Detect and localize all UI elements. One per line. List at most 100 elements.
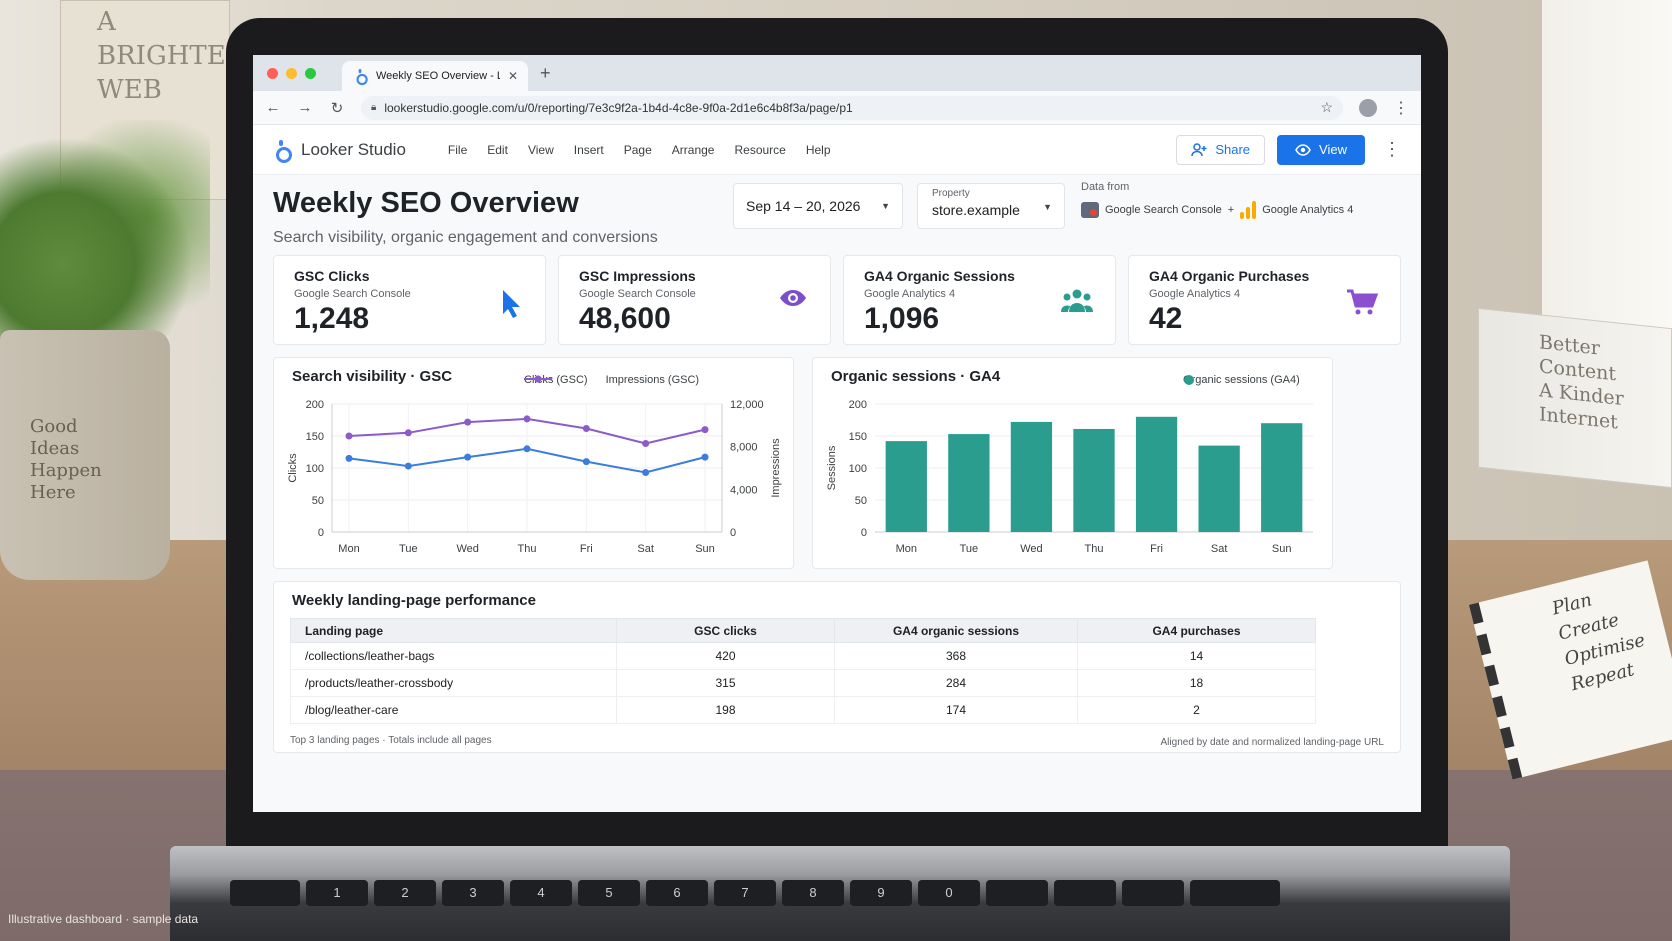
table-cell: /blog/leather-care: [290, 696, 617, 724]
landing-page-table-card: Weekly landing-page performance Landing …: [273, 581, 1401, 753]
data-point: [642, 468, 650, 476]
x-tick-label: Sun: [1272, 543, 1292, 555]
y-tick-label: 200: [849, 399, 867, 411]
maximize-window-dot[interactable]: [305, 67, 316, 79]
view-button[interactable]: View: [1277, 134, 1365, 165]
search-visibility-card: Search visibility · GSC Clicks (GSC) Imp…: [273, 357, 794, 569]
menu-page[interactable]: Page: [624, 143, 652, 157]
date-range-picker[interactable]: Sep 14 – 20, 2026 ▼: [733, 183, 903, 229]
property-selector[interactable]: Property store.example ▼: [917, 183, 1065, 229]
table-cell: 14: [1077, 642, 1316, 670]
y-tick-label: 150: [849, 431, 867, 443]
back-icon[interactable]: ←: [265, 99, 281, 116]
y2-tick-label: 12,000: [730, 399, 764, 411]
data-point: [404, 429, 412, 437]
menu-file[interactable]: File: [448, 143, 467, 157]
reload-icon[interactable]: ↻: [329, 99, 345, 117]
menu-insert[interactable]: Insert: [574, 143, 604, 157]
eye-icon: [778, 288, 808, 313]
y-tick-label: 50: [312, 495, 324, 507]
x-tick-label: Sat: [1211, 543, 1228, 555]
url-text: lookerstudio.google.com/u/0/reporting/7e…: [384, 100, 853, 115]
minimize-window-dot[interactable]: [286, 67, 297, 79]
table-row: /products/leather-crossbody 315 284 18: [290, 669, 1316, 697]
plant-leaves: [0, 120, 210, 360]
source-ga4: Google Analytics 4: [1262, 204, 1354, 216]
table-cell: 368: [834, 642, 1078, 670]
bar: [1135, 416, 1178, 532]
column-header[interactable]: Landing page: [290, 618, 617, 643]
table-cell: 420: [616, 642, 835, 670]
kpi-card[interactable]: GA4 Organic Purchases Google Analytics 4…: [1128, 255, 1401, 345]
forward-icon[interactable]: →: [297, 99, 313, 116]
bookmark-star-icon[interactable]: ☆: [1320, 99, 1333, 116]
y2-tick-label: 0: [730, 527, 736, 539]
data-sources: Data from Google Search Console + Google…: [1081, 181, 1381, 219]
menu-resource[interactable]: Resource: [734, 143, 785, 157]
kpi-card[interactable]: GA4 Organic Sessions Google Analytics 4 …: [843, 255, 1116, 345]
x-tick-label: Wed: [456, 543, 478, 555]
key: [1190, 880, 1280, 906]
add-person-icon: [1191, 142, 1207, 156]
table-header-row: Landing page GSC clicks GA4 organic sess…: [290, 618, 1316, 643]
menu-arrange[interactable]: Arrange: [672, 143, 715, 157]
table-cell: 315: [616, 669, 835, 697]
key: 4: [510, 880, 572, 906]
more-options-icon[interactable]: ⋮: [1383, 139, 1401, 160]
poster-line: WEB: [97, 75, 162, 105]
x-tick-label: Sat: [637, 543, 654, 555]
organic-sessions-card: Organic sessions · GA4 Organic sessions …: [812, 357, 1333, 569]
menu-view[interactable]: View: [528, 143, 554, 157]
column-header[interactable]: GA4 organic sessions: [834, 618, 1078, 643]
close-window-dot[interactable]: [267, 67, 278, 79]
data-point: [523, 415, 531, 423]
table-cell: 18: [1077, 669, 1316, 697]
close-tab-icon[interactable]: ✕: [508, 69, 518, 83]
table-footnote: Top 3 landing pages · Totals include all…: [290, 735, 492, 746]
cursor-icon: [501, 288, 523, 323]
y-tick-label: 0: [861, 527, 867, 539]
bar: [1261, 423, 1303, 532]
address-bar[interactable]: 🔒︎ lookerstudio.google.com/u/0/reporting…: [361, 95, 1343, 120]
key: 7: [714, 880, 776, 906]
key: 8: [782, 880, 844, 906]
y-axis-label: Sessions: [826, 445, 838, 490]
dropdown-arrow-icon: ▼: [881, 201, 890, 211]
table-cell: 2: [1077, 696, 1316, 724]
app-header: Looker Studio File Edit View Insert Page…: [253, 125, 1421, 175]
browser-menu-icon[interactable]: ⋮: [1393, 98, 1409, 118]
search-console-icon: [1081, 202, 1099, 218]
tab-title: Weekly SEO Overview - Looker: [376, 70, 500, 82]
data-point: [523, 445, 531, 453]
google-analytics-icon: [1240, 201, 1257, 219]
data-point: [345, 454, 353, 462]
key: 2: [374, 880, 436, 906]
x-tick-label: Sun: [695, 543, 715, 555]
pot-line: Good: [30, 416, 78, 437]
bar: [1198, 445, 1240, 532]
menu-help[interactable]: Help: [806, 143, 831, 157]
kpi-card[interactable]: GSC Impressions Google Search Console 48…: [558, 255, 831, 345]
pot-line: Here: [30, 482, 76, 503]
column-header[interactable]: GA4 purchases: [1077, 618, 1316, 643]
column-header[interactable]: GSC clicks: [616, 618, 835, 643]
menu-edit[interactable]: Edit: [487, 143, 508, 157]
poster-line: BRIGHTER: [97, 41, 246, 71]
x-tick-label: Thu: [518, 543, 537, 555]
kpi-title: GA4 Organic Purchases: [1149, 268, 1310, 284]
table-cell: 198: [616, 696, 835, 724]
laptop-screen: Weekly SEO Overview - Looker ✕ + ← → ↻ 🔒…: [253, 55, 1421, 812]
x-tick-label: Tue: [960, 543, 979, 555]
data-sources-row: Google Search Console + Google Analytics…: [1081, 201, 1381, 219]
new-tab-icon[interactable]: +: [540, 63, 551, 84]
data-point: [464, 453, 472, 461]
y-tick-label: 50: [855, 495, 867, 507]
share-button[interactable]: Share: [1176, 134, 1266, 165]
plant-pot: Good Ideas Happen Here: [0, 330, 170, 580]
kpi-value: 1,248: [294, 302, 370, 335]
profile-avatar-icon[interactable]: [1359, 98, 1377, 117]
kpi-card[interactable]: GSC Clicks Google Search Console 1,248: [273, 255, 546, 345]
browser-tab[interactable]: Weekly SEO Overview - Looker ✕: [342, 61, 528, 91]
table-row: /blog/leather-care 198 174 2: [290, 696, 1316, 724]
bar-chart: 0 50 100 150 200 Sessions Mon Tue Wed Thu Fri Sat Su…: [826, 399, 1313, 555]
